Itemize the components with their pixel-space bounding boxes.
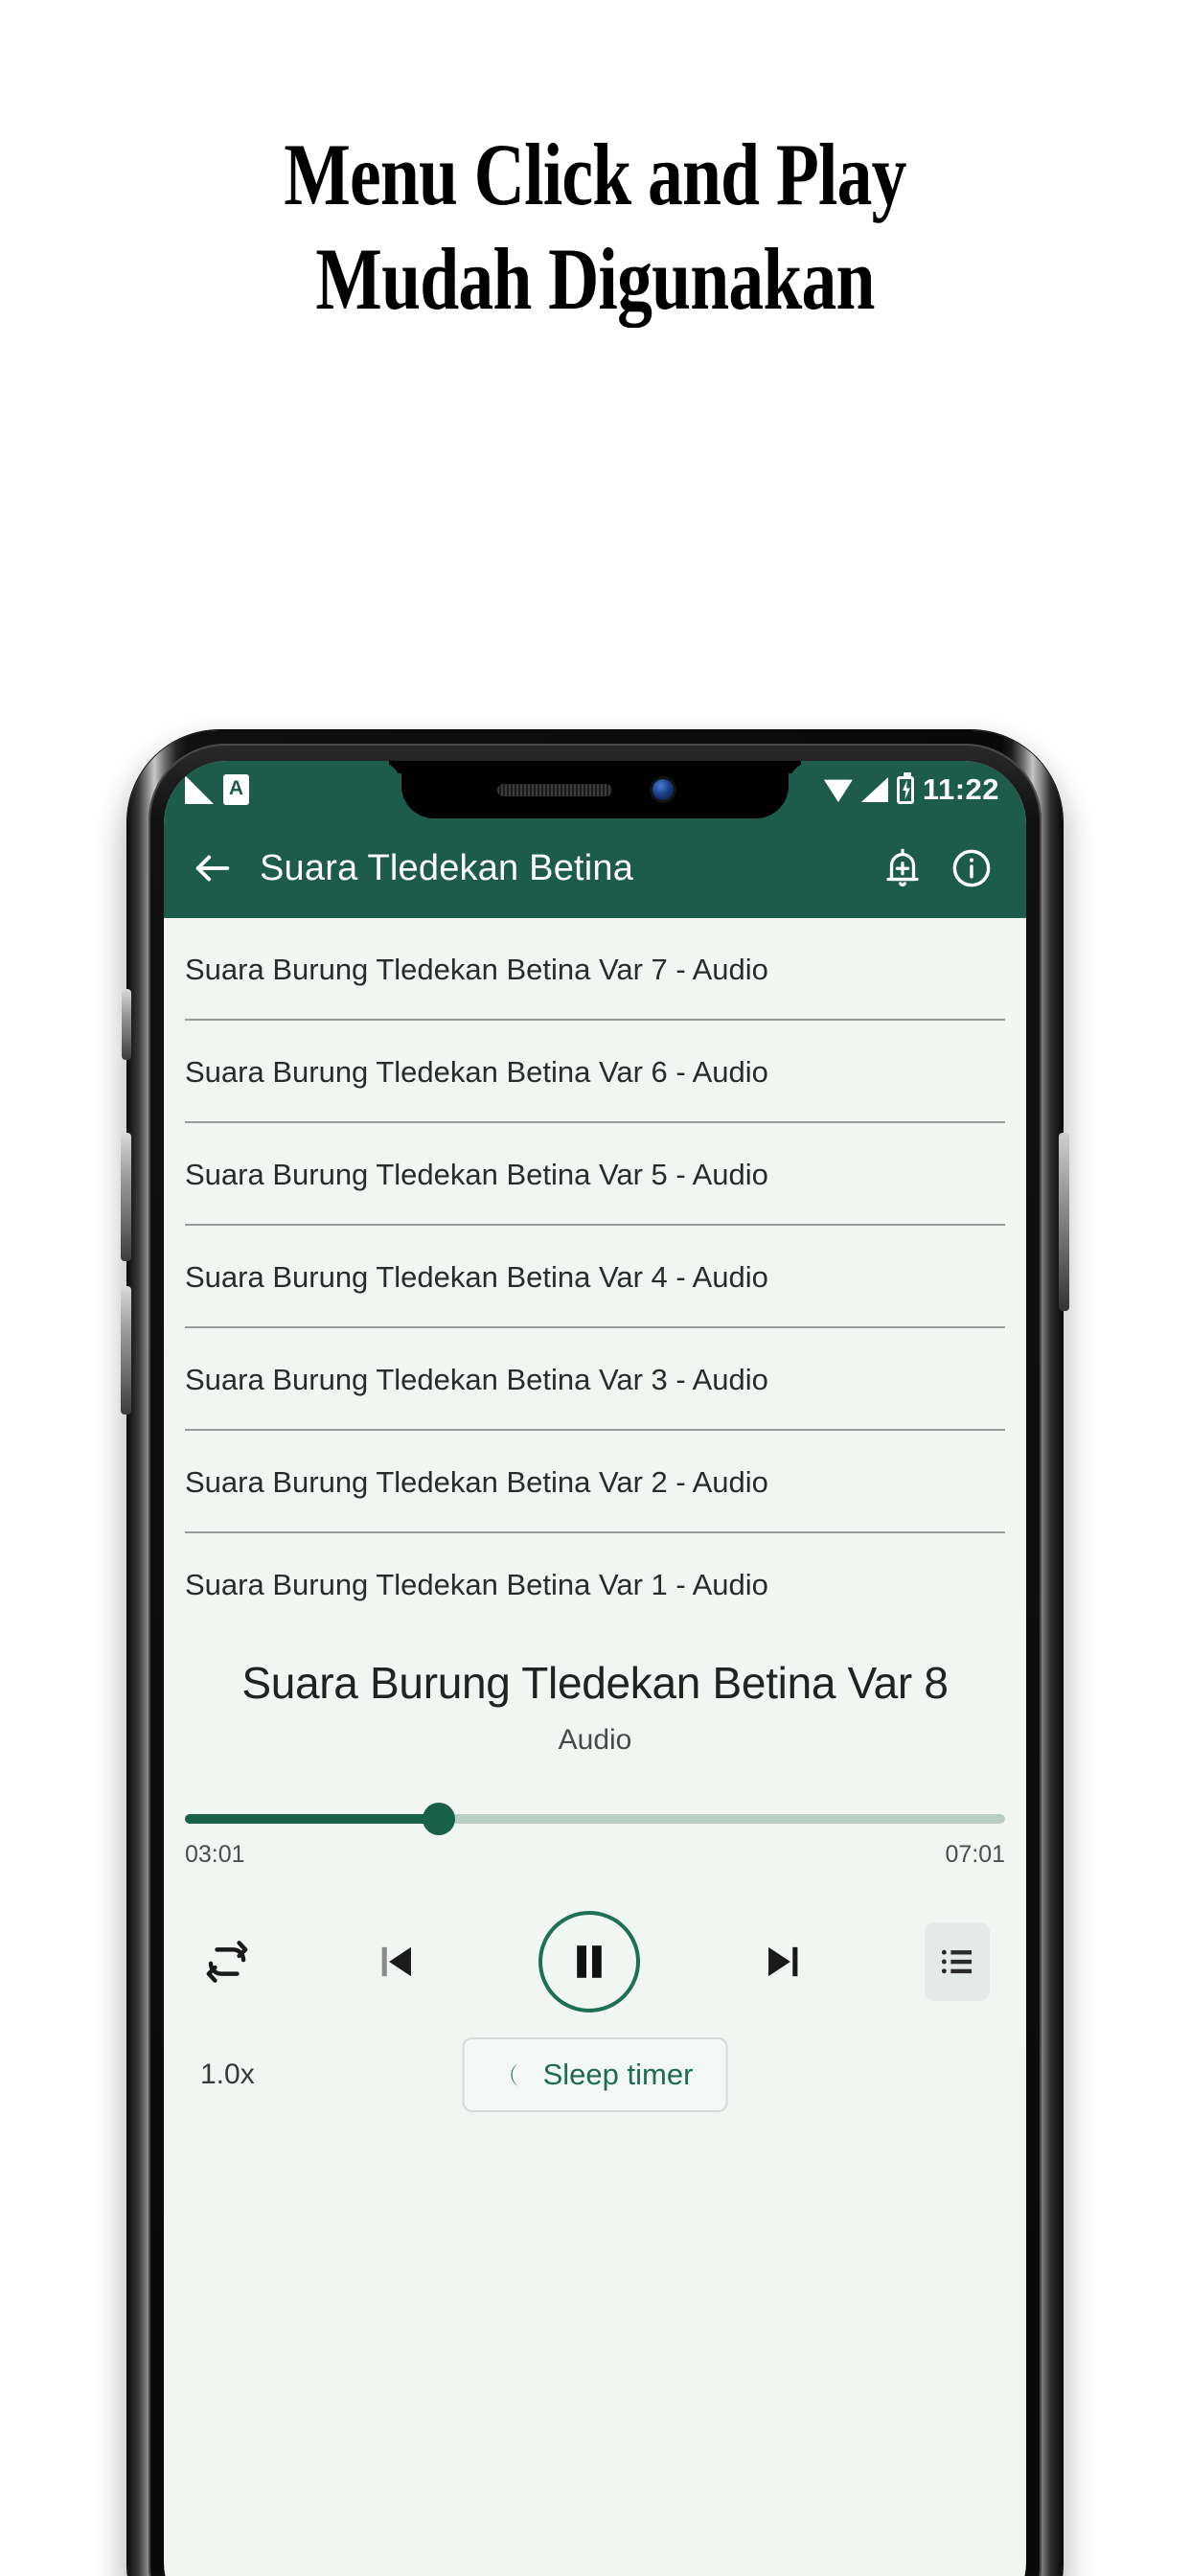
track-label: Suara Burung Tledekan Betina Var 1 - Aud… xyxy=(185,1567,768,1601)
crescent-moon-icon xyxy=(497,2058,526,2091)
seek-slider[interactable] xyxy=(185,1803,1005,1835)
app-notification-icon: A xyxy=(223,774,249,805)
repeat-icon[interactable] xyxy=(200,1935,254,1989)
volume-down-button[interactable] xyxy=(121,1286,131,1414)
now-playing-subtitle: Audio xyxy=(558,1724,632,1756)
front-camera-icon xyxy=(652,779,674,800)
phone-mockup: A 11:22 Suara Tledekan Betina Suara Buru… xyxy=(121,730,1069,2576)
app-bar-title: Suara Tledekan Betina xyxy=(260,847,634,888)
phone-notch xyxy=(401,761,789,818)
list-item[interactable]: Suara Burung Tledekan Betina Var 1 - Aud… xyxy=(164,1533,1026,1636)
list-item[interactable]: Suara Burung Tledekan Betina Var 4 - Aud… xyxy=(164,1226,1026,1328)
list-item[interactable]: Suara Burung Tledekan Betina Var 5 - Aud… xyxy=(164,1123,1026,1226)
duration-time: 07:01 xyxy=(945,1841,1005,1868)
track-label: Suara Burung Tledekan Betina Var 2 - Aud… xyxy=(185,1464,768,1499)
playlist-queue-button[interactable] xyxy=(925,1922,990,2001)
phone-bezel: A 11:22 Suara Tledekan Betina Suara Buru… xyxy=(149,744,1041,2576)
page-title-line-2: Mudah Digunakan xyxy=(315,229,875,328)
elapsed-time: 03:01 xyxy=(185,1841,245,1868)
now-playing-title: Suara Burung Tledekan Betina Var 8 xyxy=(241,1658,949,1708)
sleep-timer-button[interactable]: Sleep timer xyxy=(462,2037,728,2112)
status-bar-left: A xyxy=(185,774,249,805)
transport-controls xyxy=(164,1869,1026,2012)
signal-icon xyxy=(860,777,888,802)
play-pause-button[interactable] xyxy=(538,1911,640,2012)
playlist-queue-icon xyxy=(941,1949,973,1974)
battery-charging-icon xyxy=(896,771,914,804)
corner-triangle-icon xyxy=(185,775,214,804)
add-ringtone-icon[interactable] xyxy=(881,846,925,890)
back-arrow-icon[interactable] xyxy=(191,846,235,890)
status-bar-right: 11:22 xyxy=(823,771,999,807)
power-button[interactable] xyxy=(1059,1133,1069,1311)
track-label: Suara Burung Tledekan Betina Var 5 - Aud… xyxy=(185,1157,768,1191)
list-item[interactable]: Suara Burung Tledekan Betina Var 7 - Aud… xyxy=(164,918,1026,1021)
volume-up-button[interactable] xyxy=(121,1133,131,1261)
page-title-line-1: Menu Click and Play xyxy=(284,126,906,223)
status-bar: A 11:22 xyxy=(164,761,1026,818)
track-label: Suara Burung Tledekan Betina Var 7 - Aud… xyxy=(185,952,768,986)
seek-progress-fill xyxy=(185,1814,440,1824)
pause-icon xyxy=(577,1945,602,1978)
app-bar: Suara Tledekan Betina xyxy=(164,818,1026,918)
now-playing-panel: Suara Burung Tledekan Betina Var 8 Audio xyxy=(164,1636,1026,1757)
skip-previous-icon[interactable] xyxy=(370,1935,423,1989)
bottom-bar: 1.0x Sleep timer xyxy=(164,2012,1026,2112)
skip-next-icon[interactable] xyxy=(756,1935,810,1989)
wifi-icon xyxy=(823,779,853,802)
seek-bar-wrapper: 03:01 07:01 xyxy=(164,1803,1026,1869)
list-item[interactable]: Suara Burung Tledekan Betina Var 2 - Aud… xyxy=(164,1431,1026,1533)
info-icon[interactable] xyxy=(950,846,994,890)
track-label: Suara Burung Tledekan Betina Var 3 - Aud… xyxy=(185,1362,768,1396)
playback-speed-button[interactable]: 1.0x xyxy=(200,2058,255,2091)
seek-times: 03:01 07:01 xyxy=(185,1841,1005,1869)
track-label: Suara Burung Tledekan Betina Var 4 - Aud… xyxy=(185,1259,768,1294)
list-item[interactable]: Suara Burung Tledekan Betina Var 3 - Aud… xyxy=(164,1328,1026,1431)
list-item[interactable]: Suara Burung Tledekan Betina Var 6 - Aud… xyxy=(164,1021,1026,1123)
page-title: Menu Click and Play Mudah Digunakan xyxy=(119,123,1071,331)
track-label: Suara Burung Tledekan Betina Var 6 - Aud… xyxy=(185,1054,768,1089)
track-list: Suara Burung Tledekan Betina Var 7 - Aud… xyxy=(164,918,1026,1636)
status-bar-clock: 11:22 xyxy=(922,772,999,806)
earpiece-speaker-icon xyxy=(497,783,612,796)
page-root: Menu Click and Play Mudah Digunakan A 11… xyxy=(0,0,1190,2576)
sleep-timer-label: Sleep timer xyxy=(542,2058,694,2091)
seek-thumb[interactable] xyxy=(423,1803,456,1835)
phone-screen: A 11:22 Suara Tledekan Betina Suara Buru… xyxy=(164,761,1026,2576)
silent-switch-button[interactable] xyxy=(122,989,131,1060)
